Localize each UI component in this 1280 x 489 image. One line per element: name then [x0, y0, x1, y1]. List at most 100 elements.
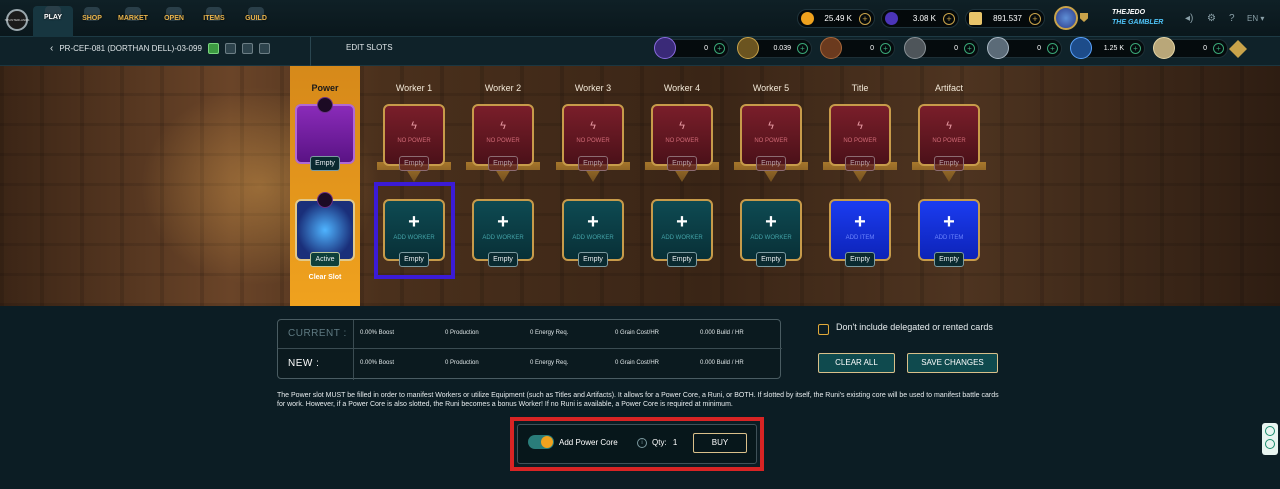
- stats-row-current: CURRENT : 0.00% Boost 0 Production 0 Ene…: [278, 320, 782, 349]
- resource-stone: 0 +: [904, 37, 979, 59]
- qty-value: 1: [672, 438, 678, 447]
- runi-slot[interactable]: [295, 104, 355, 164]
- no-power-text: NO POWER: [843, 138, 877, 144]
- worker-status-icon[interactable]: [258, 43, 270, 54]
- no-power-text: NO POWER: [665, 138, 699, 144]
- no-power-icon: ϟ: [857, 120, 863, 132]
- nav-market[interactable]: MARKET: [113, 7, 153, 35]
- add-resource-button[interactable]: +: [797, 43, 808, 54]
- add-resource-button[interactable]: +: [1047, 43, 1058, 54]
- new-energy: 0 Energy Req.: [530, 360, 569, 366]
- add-resource-button[interactable]: +: [964, 43, 975, 54]
- add-dec-button[interactable]: +: [859, 13, 871, 25]
- current-boost: 0.00% Boost: [360, 330, 395, 336]
- new-grain: 0 Grain Cost/HR: [615, 360, 660, 366]
- sps-icon: [885, 12, 898, 25]
- current-energy: 0 Energy Req.: [530, 330, 569, 336]
- stone-icon: [904, 37, 926, 59]
- runi-slot-status: Empty: [310, 156, 340, 171]
- iron-icon: [987, 37, 1009, 59]
- add-resource-button[interactable]: +: [714, 43, 725, 54]
- worker-5-status: Empty: [756, 252, 786, 267]
- current-production: 0 Production: [445, 330, 479, 336]
- add-resource-button[interactable]: +: [1130, 43, 1141, 54]
- add-icon: +: [676, 211, 688, 233]
- avatar[interactable]: [1054, 6, 1078, 30]
- rank-badge-icon: [1080, 13, 1088, 22]
- nav-items-label: ITEMS: [203, 15, 225, 22]
- gear-icon[interactable]: ⚙: [1207, 13, 1216, 24]
- stats-panel: CURRENT : 0.00% Boost 0 Production 0 Ene…: [277, 319, 782, 380]
- subbar-divider: [310, 37, 311, 66]
- no-power-text: NO POWER: [397, 138, 431, 144]
- worker-3-power-status: Empty: [578, 156, 608, 171]
- power-status-icon[interactable]: [207, 43, 219, 54]
- current-label: CURRENT :: [288, 328, 347, 339]
- hand-status-icon[interactable]: [241, 43, 253, 54]
- resource-spellbook: 0 +: [1153, 37, 1228, 59]
- accessibility-icon[interactable]: [1265, 439, 1275, 449]
- no-power-icon: ϟ: [500, 120, 506, 132]
- quantity-display: Qty: 1: [652, 438, 677, 447]
- buy-button[interactable]: BUY: [693, 433, 747, 453]
- worker-3-status: Empty: [578, 252, 608, 267]
- breadcrumb: ‹ PR-CEF-081 (DORTHAN DELL)-03-099: [50, 43, 270, 54]
- add-credits-button[interactable]: +: [1029, 13, 1041, 25]
- worker-4-power-status: Empty: [667, 156, 697, 171]
- title-label: Title: [851, 83, 869, 93]
- add-item-text: ADD ITEM: [934, 235, 964, 241]
- title-status: Empty: [845, 252, 875, 267]
- save-changes-button[interactable]: SAVE CHANGES: [907, 353, 998, 373]
- no-power-text: NO POWER: [576, 138, 610, 144]
- add-power-core-toggle[interactable]: [528, 435, 554, 449]
- add-icon: +: [854, 211, 866, 233]
- back-chevron-icon[interactable]: ‹: [50, 43, 53, 54]
- resource-cart-icon[interactable]: [1229, 40, 1247, 58]
- add-sps-button[interactable]: +: [943, 13, 955, 25]
- splinterlands-logo[interactable]: SPLINTERLANDS: [5, 9, 29, 31]
- clear-all-button[interactable]: CLEAR ALL: [818, 353, 895, 373]
- nav-items[interactable]: ITEMS: [194, 7, 234, 35]
- nav-guild[interactable]: GUILD: [236, 7, 276, 35]
- artifact-power-status: Empty: [934, 156, 964, 171]
- dec-value: 25.49 K: [824, 14, 852, 23]
- add-icon: +: [765, 211, 777, 233]
- sps-value: 3.08 K: [912, 14, 936, 23]
- info-icon[interactable]: i: [637, 438, 647, 448]
- nav-market-label: MARKET: [118, 15, 148, 22]
- language-label: EN: [1247, 14, 1259, 23]
- spellbook-icon: [1153, 37, 1175, 59]
- sps-balance: 3.08 K +: [881, 9, 959, 28]
- username[interactable]: THEJEDO: [1112, 9, 1145, 16]
- clear-slot-link[interactable]: Clear Slot: [290, 274, 360, 281]
- nav-play-label: PLAY: [43, 14, 63, 21]
- new-label: NEW :: [288, 358, 320, 369]
- nav-shop[interactable]: SHOP: [72, 7, 112, 35]
- section-title: EDIT SLOTS: [346, 43, 393, 52]
- current-build: 0.000 Build / HR: [700, 330, 744, 336]
- resource-iron: 0 +: [987, 37, 1062, 59]
- add-resource-button[interactable]: +: [880, 43, 891, 54]
- plot-subbar: ‹ PR-CEF-081 (DORTHAN DELL)-03-099 EDIT …: [0, 37, 1280, 66]
- nav-open[interactable]: OPEN: [154, 7, 194, 35]
- language-selector[interactable]: EN ▾: [1247, 14, 1264, 23]
- help-icon[interactable]: ?: [1229, 13, 1235, 24]
- no-power-icon: ϟ: [411, 120, 417, 132]
- resource-value: 0.039: [773, 45, 791, 52]
- resource-wood: 0 +: [820, 37, 895, 59]
- resource-value: 0: [704, 45, 708, 52]
- plot-id[interactable]: PR-CEF-081 (DORTHAN DELL)-03-099: [59, 44, 202, 53]
- exclude-delegated-checkbox[interactable]: [818, 324, 829, 335]
- help-chat-icon[interactable]: [1265, 426, 1275, 436]
- power-core-icon: [654, 37, 676, 59]
- artifact-label: Artifact: [934, 83, 963, 93]
- volume-icon[interactable]: ◂): [1185, 13, 1193, 24]
- add-resource-button[interactable]: +: [1213, 43, 1224, 54]
- credits-value: 891.537: [993, 14, 1022, 23]
- side-widget[interactable]: [1262, 423, 1278, 455]
- add-icon: +: [943, 211, 955, 233]
- qty-label: Qty:: [652, 438, 667, 447]
- gear-status-icon[interactable]: [224, 43, 236, 54]
- stats-row-new: NEW : 0.00% Boost 0 Production 0 Energy …: [278, 350, 782, 379]
- nav-play[interactable]: PLAY: [33, 6, 73, 37]
